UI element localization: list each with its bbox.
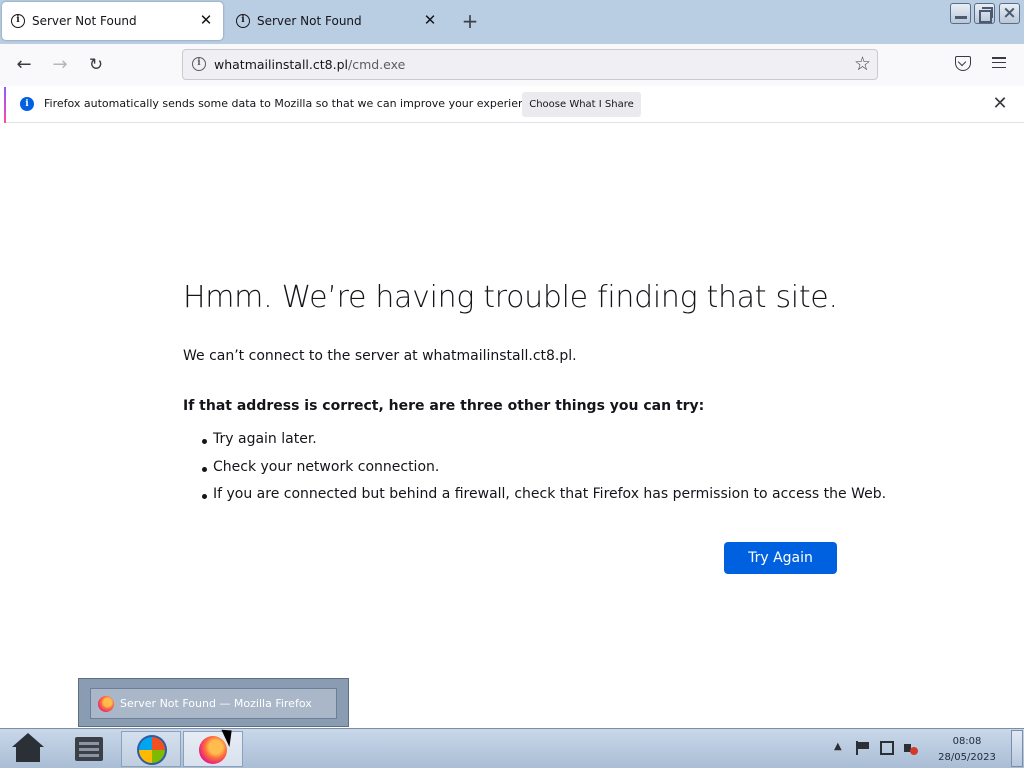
- close-notification-icon[interactable]: ✕: [990, 93, 1010, 115]
- maximize-button[interactable]: [974, 3, 995, 24]
- clock-time: 08:08: [952, 736, 982, 747]
- close-tab-icon[interactable]: ✕: [422, 11, 438, 29]
- notification-text: Firefox automatically sends some data to…: [44, 97, 542, 110]
- error-page: Hmm. We’re having trouble finding that s…: [0, 124, 1024, 728]
- show-desktop-button[interactable]: [1011, 730, 1023, 767]
- minimize-button[interactable]: [950, 3, 971, 24]
- desktop: i Server Not Found ✕ i Server Not Found …: [0, 0, 1024, 768]
- info-icon: i: [20, 97, 34, 111]
- choose-what-i-share-button[interactable]: Choose What I Share: [522, 92, 641, 117]
- pocket-icon[interactable]: [955, 56, 971, 71]
- notification-accent: [4, 87, 6, 123]
- nav-toolbar: ← → ↻ i whatmailinstall.ct8.pl/cmd.exe ☆: [0, 44, 1024, 86]
- close-tab-icon[interactable]: ✕: [198, 11, 214, 29]
- close-icon: ×: [1002, 3, 1017, 23]
- volume-muted-icon[interactable]: [904, 741, 920, 757]
- network-icon[interactable]: [880, 741, 894, 755]
- suggestions-list: Try again later. Check your network conn…: [183, 431, 886, 514]
- list-item: Check your network connection.: [183, 459, 886, 487]
- preview-window-item[interactable]: Server Not Found — Mozilla Firefox: [90, 688, 337, 719]
- back-button[interactable]: ←: [11, 52, 37, 78]
- firefox-icon: [199, 736, 227, 764]
- info-icon: i: [236, 14, 250, 28]
- error-description: We can’t connect to the server at whatma…: [183, 348, 577, 364]
- suggestions-heading: If that address is correct, here are thr…: [183, 398, 705, 414]
- tab-server-not-found-active[interactable]: i Server Not Found ✕: [2, 2, 223, 40]
- list-item: Try again later.: [183, 431, 886, 459]
- action-center-flag-icon[interactable]: [856, 741, 870, 755]
- new-tab-button[interactable]: +: [460, 10, 480, 32]
- clock[interactable]: 08:08 28/05/2023: [930, 734, 1004, 766]
- tab-server-not-found[interactable]: i Server Not Found ✕: [227, 2, 447, 40]
- url-text[interactable]: whatmailinstall.ct8.pl/cmd.exe: [214, 57, 405, 72]
- firefox-icon: [98, 696, 114, 712]
- tab-title: Server Not Found: [32, 14, 137, 28]
- windows-logo-icon: [137, 735, 167, 765]
- start-button[interactable]: [121, 731, 181, 767]
- tab-strip: i Server Not Found ✕ i Server Not Found …: [0, 0, 1024, 44]
- forward-button[interactable]: →: [47, 52, 73, 78]
- clock-date: 28/05/2023: [938, 752, 996, 763]
- bookmark-star-icon[interactable]: ☆: [854, 53, 871, 75]
- list-item: If you are connected but behind a firewa…: [183, 486, 886, 514]
- data-reporting-notification: i Firefox automatically sends some data …: [4, 87, 1024, 123]
- home-icon[interactable]: [6, 731, 50, 767]
- url-path: /cmd.exe: [347, 57, 406, 72]
- hamburger-menu-icon[interactable]: [992, 57, 1006, 69]
- close-window-button[interactable]: ×: [999, 3, 1020, 24]
- info-icon: i: [11, 14, 25, 28]
- page-title: Hmm. We’re having trouble finding that s…: [183, 280, 838, 315]
- site-info-icon[interactable]: i: [192, 57, 206, 71]
- reload-button[interactable]: ↻: [83, 52, 109, 78]
- taskbar-preview[interactable]: Server Not Found — Mozilla Firefox: [78, 678, 349, 727]
- tab-title: Server Not Found: [257, 14, 362, 28]
- url-bar[interactable]: i whatmailinstall.ct8.pl/cmd.exe ☆: [182, 49, 878, 80]
- file-manager-icon[interactable]: [67, 731, 111, 767]
- taskbar: ▲ 08:08 28/05/2023: [0, 728, 1024, 768]
- preview-label: Server Not Found — Mozilla Firefox: [120, 697, 312, 710]
- show-hidden-icons-icon[interactable]: ▲: [834, 741, 842, 752]
- url-domain: whatmailinstall.ct8.pl: [214, 57, 348, 72]
- try-again-button[interactable]: Try Again: [724, 542, 837, 574]
